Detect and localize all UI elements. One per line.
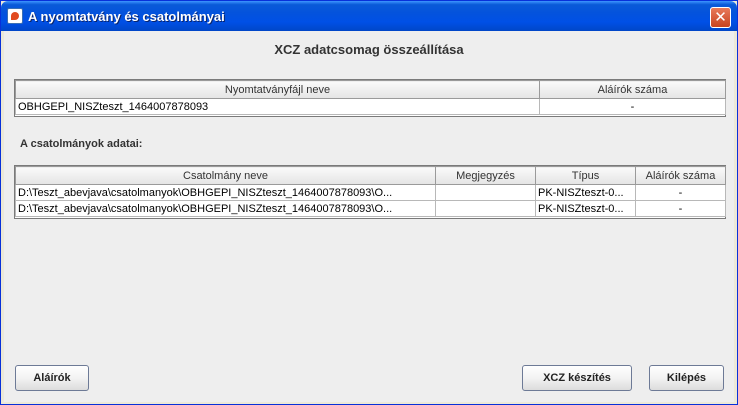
- attachment-path-cell[interactable]: D:\Teszt_abevjava\csatolmanyok\OBHGEPI_N…: [15, 184, 436, 201]
- dialog-heading: XCZ adatcsomag összeállítása: [274, 42, 464, 57]
- dialog-content: XCZ adatcsomag összeállítása Nyomtatvány…: [4, 31, 734, 402]
- dialog-window: A nyomtatvány és csatolmányai ✕ XCZ adat…: [0, 0, 738, 405]
- attachments-table-header: Csatolmány neve Megjegyzés Típus Aláírók…: [15, 166, 726, 185]
- title-bar[interactable]: A nyomtatvány és csatolmányai ✕: [1, 1, 737, 31]
- attachment-signer-count-cell[interactable]: -: [635, 200, 726, 217]
- exit-button[interactable]: Kilépés: [649, 365, 724, 391]
- table-row[interactable]: OBHGEPI_NISZteszt_1464007878093 -: [15, 98, 726, 115]
- form-table-header: Nyomtatványfájl neve Aláírók száma: [15, 80, 726, 99]
- attachment-type-cell[interactable]: PK-NISZteszt-0...: [535, 200, 636, 217]
- column-header-signer-count[interactable]: Aláírók száma: [539, 80, 726, 99]
- column-header-signer-count[interactable]: Aláírók száma: [635, 166, 726, 185]
- attachment-note-cell[interactable]: [435, 200, 536, 217]
- attachment-note-cell[interactable]: [435, 184, 536, 201]
- column-header-note[interactable]: Megjegyzés: [435, 166, 536, 185]
- create-xcz-button[interactable]: XCZ készítés: [522, 365, 632, 391]
- form-table-container: Nyomtatványfájl neve Aláírók száma OBHGE…: [14, 79, 726, 117]
- java-app-icon: [7, 8, 23, 24]
- column-header-type[interactable]: Típus: [535, 166, 636, 185]
- attachment-signer-count-cell[interactable]: -: [635, 184, 726, 201]
- attachment-path-cell[interactable]: D:\Teszt_abevjava\csatolmanyok\OBHGEPI_N…: [15, 200, 436, 217]
- signers-button[interactable]: Aláírók: [15, 365, 89, 391]
- attachment-type-cell[interactable]: PK-NISZteszt-0...: [535, 184, 636, 201]
- window-title: A nyomtatvány és csatolmányai: [28, 9, 225, 24]
- attachments-table-container: Csatolmány neve Megjegyzés Típus Aláírók…: [14, 165, 726, 219]
- attachments-label: A csatolmányok adatai:: [20, 138, 143, 150]
- column-header-attachment-name[interactable]: Csatolmány neve: [15, 166, 436, 185]
- signer-count-cell[interactable]: -: [539, 98, 726, 115]
- table-row[interactable]: D:\Teszt_abevjava\csatolmanyok\OBHGEPI_N…: [15, 184, 726, 201]
- attachments-table: Csatolmány neve Megjegyzés Típus Aláírók…: [15, 166, 726, 217]
- form-file-name-cell[interactable]: OBHGEPI_NISZteszt_1464007878093: [15, 98, 540, 115]
- close-button[interactable]: ✕: [710, 7, 731, 28]
- form-table: Nyomtatványfájl neve Aláírók száma OBHGE…: [15, 80, 726, 115]
- column-header-form-file[interactable]: Nyomtatványfájl neve: [15, 80, 540, 99]
- table-row[interactable]: D:\Teszt_abevjava\csatolmanyok\OBHGEPI_N…: [15, 200, 726, 217]
